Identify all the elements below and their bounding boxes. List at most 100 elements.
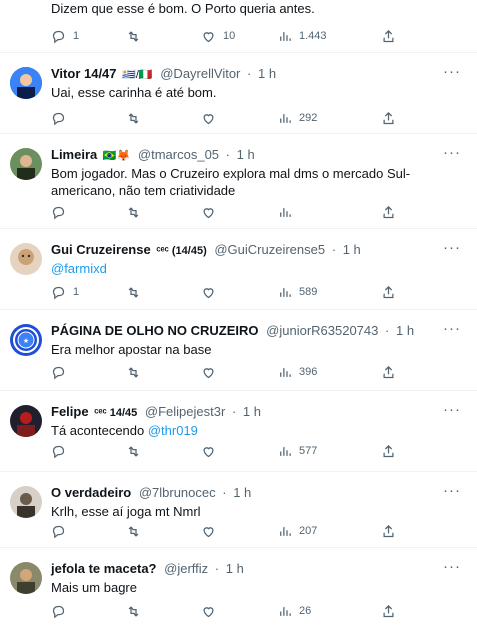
tweet[interactable]: O verdadeiro @7lbrunocec · 1 h ··· Krlh,… [0, 472, 477, 548]
author-name[interactable]: Gui Cruzeirense [51, 242, 151, 257]
author-handle[interactable]: @Felipejest3r [145, 404, 225, 419]
avatar[interactable] [10, 562, 42, 594]
reply-icon [52, 445, 65, 458]
tweet-text: Krlh, esse aí joga mt Nmrl [51, 503, 457, 520]
avatar[interactable] [10, 486, 42, 518]
tweet[interactable]: Vitor 14/47 🇺🇾/🇮🇹 @DayrellVitor · 1 h ··… [0, 53, 477, 134]
author-handle[interactable]: @juniorR63520743 [266, 323, 378, 338]
share-button[interactable] [381, 284, 396, 300]
tweet-actions [51, 204, 457, 220]
tweet-time[interactable]: 1 h [343, 242, 361, 257]
tweet-time[interactable]: 1 h [233, 485, 251, 500]
avatar[interactable]: ★ [10, 324, 42, 356]
more-icon[interactable]: ··· [443, 558, 461, 575]
like-button[interactable] [201, 603, 216, 619]
tweet[interactable]: ★ PÁGINA DE OLHO NO CRUZEIRO @juniorR635… [0, 310, 477, 391]
retweet-button[interactable] [126, 364, 141, 380]
retweet-button[interactable] [126, 603, 141, 619]
reply-button[interactable]: 1 [51, 28, 79, 44]
share-icon [383, 111, 394, 124]
views-count: 26 [299, 605, 312, 617]
tweet-time[interactable]: 1 h [226, 561, 244, 576]
share-button[interactable] [381, 28, 396, 44]
share-icon [383, 604, 394, 617]
author-name[interactable]: PÁGINA DE OLHO NO CRUZEIRO [51, 323, 259, 338]
tweet-time[interactable]: 1 h [243, 404, 261, 419]
avatar[interactable] [10, 243, 42, 275]
like-button[interactable] [201, 284, 216, 300]
retweet-button[interactable] [126, 28, 148, 44]
like-icon [203, 287, 214, 298]
share-button[interactable] [381, 110, 396, 126]
avatar-image: ★ [10, 324, 42, 356]
author-name[interactable]: jefola te maceta? [51, 561, 157, 576]
mention-link[interactable]: @thr019 [148, 423, 198, 438]
author-handle[interactable]: @GuiCruzeirense5 [214, 242, 325, 257]
like-button[interactable] [201, 204, 216, 220]
reply-button[interactable] [51, 204, 66, 220]
retweet-button[interactable] [126, 110, 141, 126]
more-icon[interactable]: ··· [443, 320, 461, 337]
tweet-header: Vitor 14/47 🇺🇾/🇮🇹 @DayrellVitor · 1 h [51, 66, 276, 82]
retweet-button[interactable] [126, 443, 141, 459]
tweet[interactable]: Gui Cruzeirense ᶜᵉᶜ (14/45) @GuiCruzeire… [0, 229, 477, 310]
share-button[interactable] [381, 443, 396, 459]
tweet[interactable]: jefola te maceta? @jerffiz · 1 h ··· Mai… [0, 548, 477, 628]
author-name[interactable]: Vitor 14/47 [51, 66, 117, 81]
views-count: 589 [299, 286, 318, 298]
retweet-button[interactable] [126, 204, 141, 220]
more-icon[interactable]: ··· [443, 63, 461, 80]
like-button[interactable] [201, 364, 216, 380]
retweet-button[interactable] [126, 523, 141, 539]
like-button[interactable] [201, 443, 216, 459]
tweet-time[interactable]: 1 h [237, 147, 255, 162]
views-button[interactable]: 577 [277, 443, 317, 459]
separator-dot: · [247, 66, 252, 81]
retweet-icon [128, 605, 139, 617]
tweet[interactable]: Dizem que esse é bom. O Porto queria ant… [0, 0, 477, 53]
author-name[interactable]: Limeira [51, 147, 97, 162]
more-icon[interactable]: ··· [443, 239, 461, 256]
share-button[interactable] [381, 603, 396, 619]
avatar[interactable] [10, 148, 42, 180]
reply-button[interactable] [51, 603, 66, 619]
reply-button[interactable]: 1 [51, 284, 79, 300]
avatar-image [10, 405, 42, 437]
tweet[interactable]: Limeira 🇧🇷🦊 @tmarcos_05 · 1 h ··· Bom jo… [0, 134, 477, 229]
more-icon[interactable]: ··· [443, 401, 461, 418]
share-button[interactable] [381, 204, 396, 220]
share-icon [383, 205, 394, 218]
views-button[interactable]: 26 [277, 603, 311, 619]
views-button[interactable]: 207 [277, 523, 317, 539]
mention-link[interactable]: @farmixd [51, 261, 107, 276]
share-button[interactable] [381, 364, 396, 380]
retweet-icon [128, 286, 139, 298]
views-button[interactable]: 1.443 [277, 28, 327, 44]
reply-button[interactable] [51, 364, 66, 380]
views-button[interactable] [277, 204, 292, 220]
retweet-button[interactable] [126, 284, 141, 300]
tweet[interactable]: Felipe ᶜᵉᶜ 14/45 @Felipejest3r · 1 h ···… [0, 391, 477, 472]
avatar[interactable] [10, 67, 42, 99]
reply-button[interactable] [51, 443, 66, 459]
author-name[interactable]: O verdadeiro [51, 485, 131, 500]
views-button[interactable]: 589 [277, 284, 317, 300]
share-button[interactable] [381, 523, 396, 539]
author-handle[interactable]: @tmarcos_05 [138, 147, 219, 162]
views-button[interactable]: 292 [277, 110, 317, 126]
reply-button[interactable] [51, 110, 73, 126]
author-name[interactable]: Felipe [51, 404, 89, 419]
author-handle[interactable]: @DayrellVitor [160, 66, 240, 81]
author-handle[interactable]: @jerffiz [164, 561, 208, 576]
tweet-time[interactable]: 1 h [258, 66, 276, 81]
views-button[interactable]: 396 [277, 364, 317, 380]
tweet-time[interactable]: 1 h [396, 323, 414, 338]
like-button[interactable] [201, 110, 216, 126]
author-handle[interactable]: @7lbrunocec [139, 485, 216, 500]
more-icon[interactable]: ··· [443, 482, 461, 499]
avatar[interactable] [10, 405, 42, 437]
reply-button[interactable] [51, 523, 66, 539]
like-button[interactable] [201, 523, 216, 539]
more-icon[interactable]: ··· [443, 144, 461, 161]
like-button[interactable]: 10 [201, 28, 235, 44]
